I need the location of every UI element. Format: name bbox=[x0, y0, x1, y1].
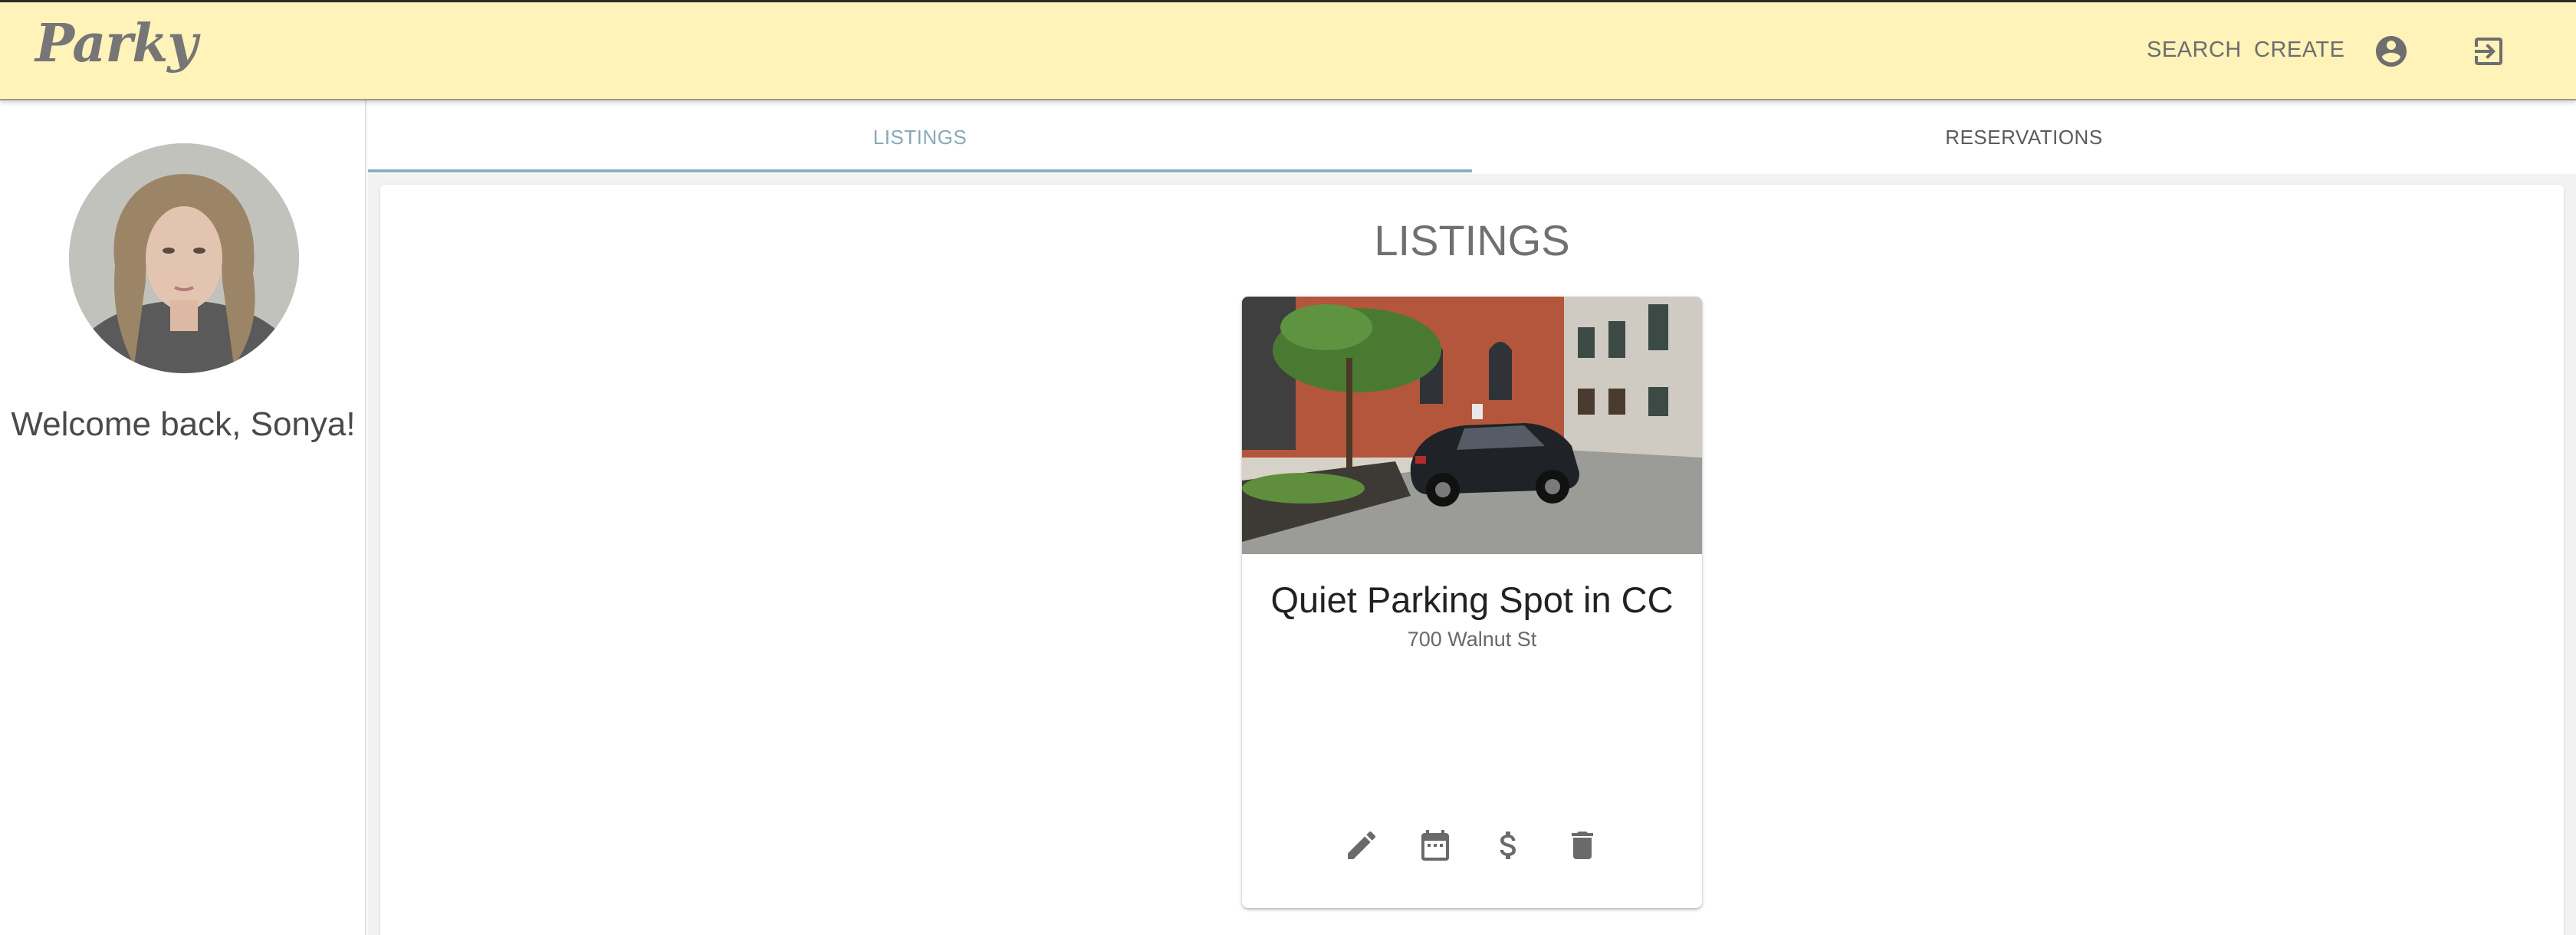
active-tab-indicator bbox=[368, 169, 1472, 172]
calendar-icon bbox=[1421, 830, 1449, 861]
logout-button[interactable] bbox=[2470, 33, 2507, 70]
listing-actions bbox=[1242, 827, 1702, 870]
delete-listing-button[interactable] bbox=[1564, 827, 1601, 864]
dollar-icon bbox=[1500, 832, 1516, 859]
listings-panel: LISTINGS Quiet Parking Spot in CC 700 Wa… bbox=[380, 185, 2564, 935]
main-content: LISTINGS RESERVATIONS LISTINGS Quiet Par… bbox=[368, 100, 2576, 935]
listing-address: 700 Walnut St bbox=[1407, 628, 1537, 651]
avatar bbox=[69, 143, 299, 373]
user-avatar-photo bbox=[69, 143, 299, 373]
tab-reservations[interactable]: RESERVATIONS bbox=[1472, 100, 2576, 174]
create-nav-link[interactable]: CREATE bbox=[2254, 38, 2344, 63]
account-button[interactable] bbox=[2373, 33, 2410, 70]
welcome-message: Welcome back, Sonya! bbox=[11, 405, 356, 443]
app-header: Parky SEARCH CREATE bbox=[0, 0, 2576, 100]
listing-title: Quiet Parking Spot in CC bbox=[1270, 579, 1674, 620]
edit-icon bbox=[1348, 831, 1376, 859]
search-nav-link[interactable]: SEARCH bbox=[2147, 38, 2242, 63]
exit-to-app-icon bbox=[2475, 38, 2502, 65]
profile-sidebar: Welcome back, Sonya! bbox=[0, 100, 366, 935]
tab-listings[interactable]: LISTINGS bbox=[368, 100, 1472, 174]
availability-button[interactable] bbox=[1417, 827, 1454, 864]
parking-spot-photo bbox=[1242, 297, 1702, 554]
app-logo[interactable]: Parky bbox=[35, 13, 198, 74]
page-title: LISTINGS bbox=[1374, 216, 1570, 264]
listing-card[interactable]: Quiet Parking Spot in CC 700 Walnut St bbox=[1242, 297, 1702, 908]
listing-image bbox=[1242, 297, 1702, 554]
account-circle-icon bbox=[2376, 36, 2407, 67]
edit-listing-button[interactable] bbox=[1343, 827, 1380, 864]
tab-bar: LISTINGS RESERVATIONS bbox=[368, 100, 2576, 174]
delete-icon bbox=[1572, 832, 1593, 859]
pricing-button[interactable] bbox=[1490, 827, 1527, 864]
